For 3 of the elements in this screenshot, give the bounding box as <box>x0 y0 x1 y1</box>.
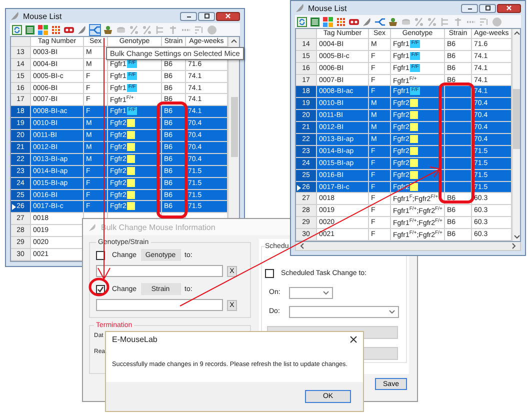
window-title: Mouse List <box>308 4 347 12</box>
dialog-title: E-MouseLab <box>112 335 158 344</box>
window-title: Mouse List <box>23 12 62 20</box>
